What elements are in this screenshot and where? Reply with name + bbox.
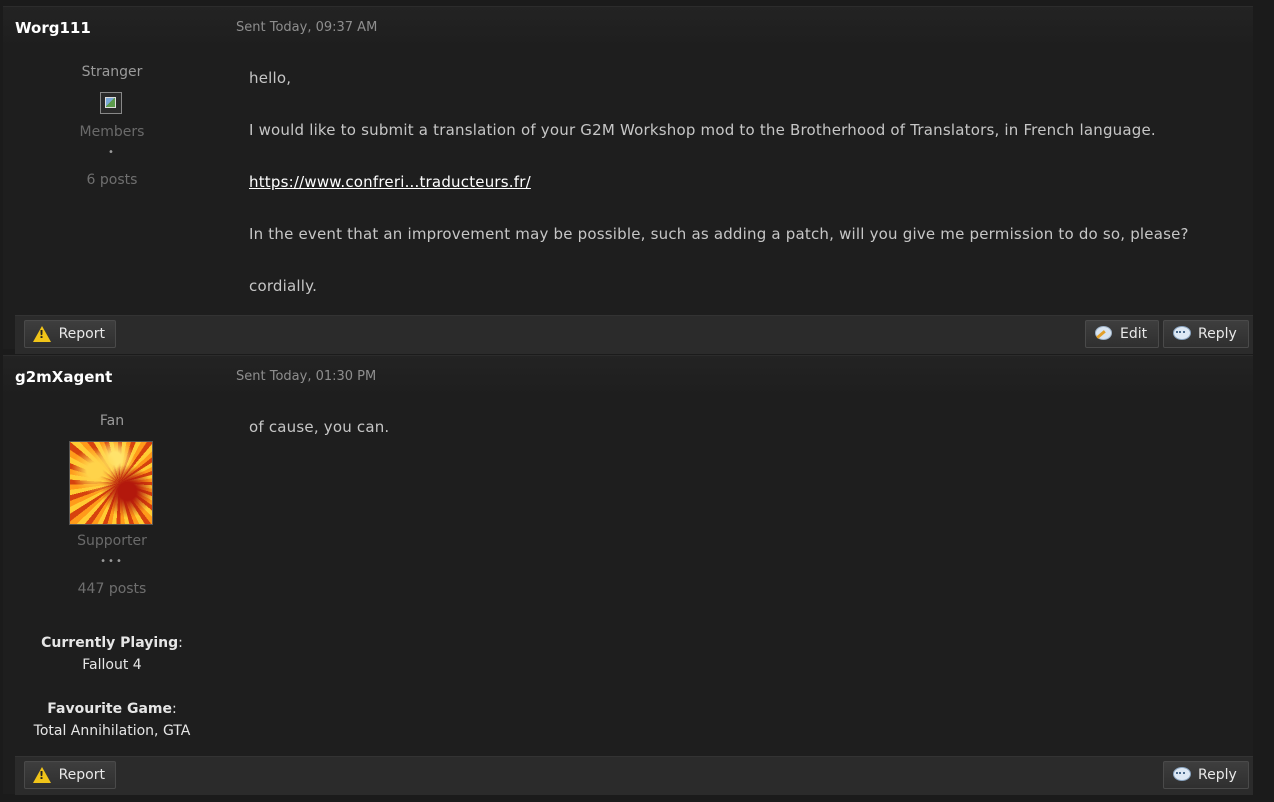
- reply-label: Reply: [1198, 767, 1237, 783]
- author-name[interactable]: g2mXagent: [15, 368, 112, 386]
- rank-pips: •••: [100, 556, 124, 567]
- post-text: hello,: [249, 69, 292, 87]
- speech-bubble-icon: [1172, 767, 1191, 783]
- edit-button[interactable]: Edit: [1085, 320, 1159, 348]
- member-rank: Fan: [99, 413, 125, 429]
- member-group: Supporter: [77, 533, 147, 549]
- post-text: cordially.: [249, 277, 318, 295]
- warning-icon: [33, 767, 51, 783]
- report-button[interactable]: Report: [24, 761, 116, 789]
- author-name[interactable]: Worg111: [15, 19, 91, 37]
- profile-field-label: Currently Playing:: [41, 635, 183, 651]
- post-date: Sent Today, 09:37 AM: [236, 20, 378, 35]
- edit-icon: [1094, 326, 1112, 342]
- post: Worg111 Sent Today, 09:37 AM Stranger Me…: [3, 6, 1253, 354]
- reply-button[interactable]: Reply: [1163, 761, 1249, 789]
- post-link[interactable]: https://www.confreri...traducteurs.fr/: [249, 173, 531, 191]
- report-label: Report: [58, 767, 105, 783]
- rank-image: [100, 92, 122, 114]
- post-text: In the event that an improvement may be …: [249, 225, 1189, 243]
- member-group: Members: [79, 124, 145, 140]
- post-text: of cause, you can.: [249, 418, 390, 436]
- post-header: Worg111 Sent Today, 09:37 AM: [3, 7, 1253, 47]
- post: g2mXagent Sent Today, 01:30 PM Fan Suppo…: [3, 355, 1253, 795]
- member-rank: Stranger: [81, 64, 143, 80]
- post-text: I would like to submit a translation of …: [249, 121, 1156, 139]
- avatar[interactable]: [69, 441, 153, 525]
- speech-bubble-icon: [1172, 326, 1191, 342]
- post-footer: Report Edit Reply: [15, 315, 1253, 354]
- rank-pips: •: [108, 147, 116, 158]
- post-count: 6 posts: [86, 172, 138, 188]
- profile-field-value: Total Annihilation, GTA: [33, 723, 191, 739]
- post-date: Sent Today, 01:30 PM: [236, 369, 377, 384]
- report-label: Report: [58, 326, 105, 342]
- report-button[interactable]: Report: [24, 320, 116, 348]
- profile-field-label: Favourite Game:: [47, 701, 177, 717]
- profile-field-value: Fallout 4: [82, 657, 142, 673]
- warning-icon: [33, 326, 51, 342]
- edit-label: Edit: [1120, 326, 1148, 342]
- reply-label: Reply: [1198, 326, 1237, 342]
- post-header: g2mXagent Sent Today, 01:30 PM: [3, 356, 1253, 396]
- post-footer: Report Reply: [15, 756, 1253, 795]
- post-count: 447 posts: [77, 581, 147, 597]
- reply-button[interactable]: Reply: [1163, 320, 1249, 348]
